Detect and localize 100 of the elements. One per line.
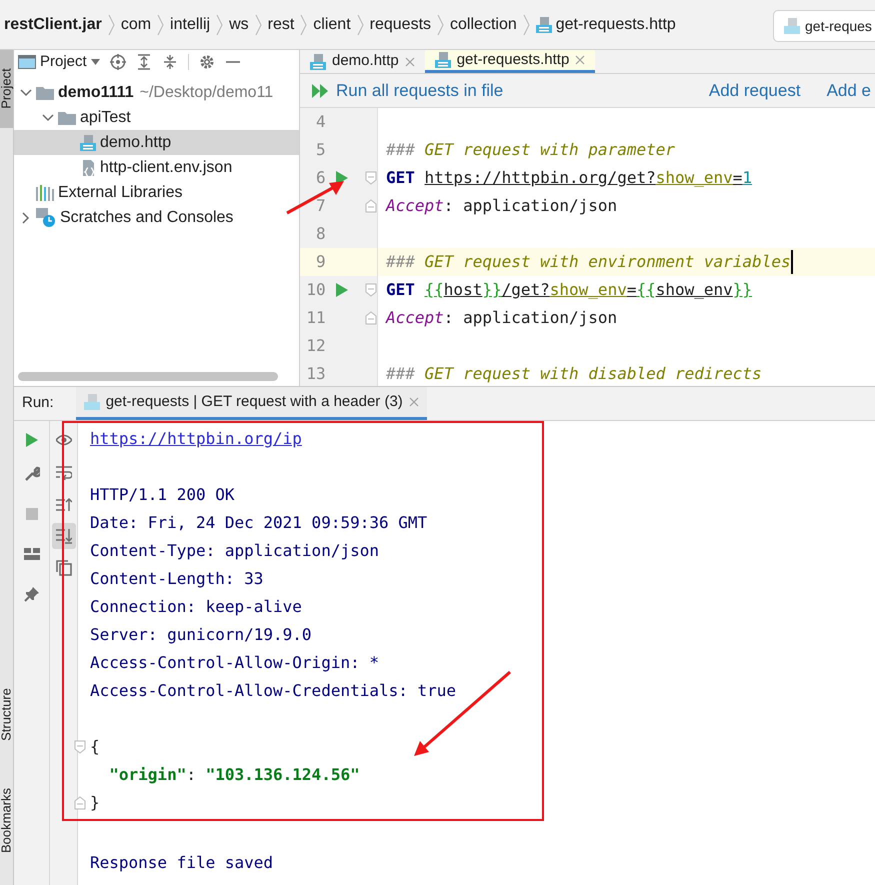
chevron-icon bbox=[157, 14, 164, 36]
toolbar-link[interactable]: Add e bbox=[826, 78, 871, 104]
editor-tab[interactable]: get-requests.http bbox=[424, 50, 596, 73]
chevron-icon bbox=[300, 14, 308, 36]
api-file-icon bbox=[80, 134, 96, 150]
folder-icon bbox=[36, 86, 54, 100]
chevron-icon bbox=[254, 14, 262, 36]
chevron-icon bbox=[216, 14, 224, 36]
panel-icon bbox=[18, 55, 36, 69]
run-tab[interactable]: get-requests | GET request with a header (3) bbox=[76, 387, 427, 420]
code-line: ### GET request with parameter bbox=[386, 139, 675, 161]
tree-item[interactable]: Scratches and Consoles bbox=[14, 205, 299, 230]
eye-icon bbox=[56, 432, 72, 448]
code-line: ### GET request with environment variables bbox=[386, 250, 793, 274]
expand-all-icon[interactable] bbox=[136, 54, 152, 70]
output-line: Content-Type: application/json bbox=[90, 540, 379, 562]
breadcrumb-item[interactable]: requests bbox=[370, 12, 432, 36]
run-icon[interactable] bbox=[336, 283, 348, 297]
wrench-icon[interactable] bbox=[24, 466, 40, 482]
tree-item[interactable]: demo1111 ~/Desktop/demo11 bbox=[14, 80, 299, 105]
breadcrumb-item[interactable]: collection bbox=[450, 12, 517, 36]
output-line: Access-Control-Allow-Origin: * bbox=[90, 652, 379, 674]
breadcrumb-item[interactable]: ws bbox=[229, 12, 249, 36]
output-line: Date: Fri, 24 Dec 2021 09:59:36 GMT bbox=[90, 512, 428, 534]
fold-marker-icon bbox=[365, 283, 377, 297]
run-all-icon bbox=[312, 84, 330, 98]
output-line: Server: gunicorn/19.9.0 bbox=[90, 624, 312, 646]
breadcrumb-item[interactable]: restClient.jar bbox=[4, 12, 102, 36]
output-line: } bbox=[90, 792, 100, 814]
scrollbar[interactable] bbox=[18, 372, 278, 380]
locate-icon[interactable] bbox=[110, 54, 126, 70]
output-line: HTTP/1.1 200 OK bbox=[90, 484, 234, 506]
api-file-icon bbox=[536, 16, 552, 32]
tree-item[interactable]: demo.http bbox=[14, 130, 299, 155]
code-line: Accept: application/json bbox=[386, 195, 618, 217]
breadcrumb-item[interactable]: intellij bbox=[170, 12, 210, 36]
output-line: "origin": "103.136.124.56" bbox=[108, 764, 360, 786]
breadcrumb-item[interactable]: rest bbox=[268, 12, 294, 36]
collapse-all-icon[interactable] bbox=[162, 54, 178, 70]
line-number: 13 bbox=[305, 363, 326, 385]
line-number: 10 bbox=[305, 279, 326, 301]
chevron-icon bbox=[522, 14, 530, 36]
output-line: Response file saved bbox=[90, 852, 274, 874]
json-file-icon bbox=[80, 160, 96, 176]
tree-item[interactable]: apiTest bbox=[14, 105, 299, 130]
scroll-to-top-icon bbox=[56, 496, 72, 512]
view-selector[interactable]: Project bbox=[18, 50, 100, 74]
run-icon[interactable] bbox=[24, 432, 40, 448]
settings-icon[interactable] bbox=[198, 54, 215, 70]
output-line: { bbox=[90, 736, 100, 758]
close-icon bbox=[404, 56, 415, 66]
line-number: 5 bbox=[315, 139, 326, 161]
output-line: Connection: keep-alive bbox=[90, 596, 302, 618]
fold-marker-icon bbox=[365, 171, 377, 185]
line-number: 6 bbox=[315, 167, 326, 189]
scroll-to-end-icon bbox=[56, 528, 72, 544]
output-line: Access-Control-Allow-Credentials: true bbox=[90, 680, 456, 702]
editor-tab[interactable]: demo.http bbox=[300, 50, 425, 73]
scratch-file-icon bbox=[36, 208, 56, 228]
toolbar-link[interactable]: Add request bbox=[708, 78, 801, 104]
chevron-icon bbox=[108, 14, 115, 36]
code-line: Accept: application/json bbox=[386, 307, 618, 329]
breadcrumb-item[interactable]: com bbox=[120, 12, 152, 36]
breadcrumb-item[interactable]: client bbox=[313, 12, 351, 36]
tool-window-tab[interactable]: Project bbox=[0, 50, 13, 128]
tree-item[interactable]: http-client.env.json bbox=[14, 155, 299, 180]
code-line: GET https://httpbin.org/get?show_env=1 bbox=[386, 167, 752, 189]
libraries-icon bbox=[36, 184, 54, 200]
chevron-icon bbox=[437, 14, 444, 36]
line-number: 11 bbox=[305, 307, 326, 329]
code-line: ### GET request with disabled redirects bbox=[386, 363, 762, 385]
panel-label: Run: bbox=[22, 393, 54, 414]
copy-icon bbox=[56, 560, 72, 576]
breadcrumb-item[interactable]: get-requests.http bbox=[536, 12, 676, 36]
api-file-icon bbox=[784, 18, 800, 34]
code-line: GET {{host}}/get?show_env={{show_env}} bbox=[386, 279, 752, 301]
line-number: 12 bbox=[305, 335, 326, 357]
fold-marker-icon bbox=[365, 311, 377, 325]
line-number: 7 bbox=[315, 195, 326, 217]
close-icon bbox=[575, 55, 586, 65]
line-number: 8 bbox=[315, 223, 326, 245]
layout-icon[interactable] bbox=[24, 546, 40, 562]
navigation-field[interactable]: get-reques bbox=[773, 10, 875, 42]
api-file-icon bbox=[434, 52, 451, 68]
output-line: Content-Length: 33 bbox=[90, 568, 264, 590]
api-file-icon bbox=[310, 54, 326, 70]
tool-window-tab[interactable]: Bookmarks bbox=[0, 782, 13, 860]
output-line: https://httpbin.org/ip bbox=[90, 428, 302, 450]
close-icon bbox=[408, 397, 419, 407]
fold-marker-icon bbox=[365, 199, 377, 213]
tree-item[interactable]: External Libraries bbox=[14, 180, 299, 205]
tool-window-tab[interactable]: Structure bbox=[0, 676, 13, 754]
line-number: 9 bbox=[315, 251, 326, 273]
fold-marker-icon bbox=[74, 796, 86, 810]
scroll-to-end-button[interactable] bbox=[52, 523, 76, 549]
pin-icon[interactable] bbox=[24, 586, 40, 602]
soft-wrap-icon bbox=[56, 464, 72, 480]
fold-marker-icon bbox=[74, 740, 86, 754]
run-all-button[interactable]: Run all requests in file bbox=[312, 78, 504, 104]
line-number: 4 bbox=[315, 111, 326, 133]
